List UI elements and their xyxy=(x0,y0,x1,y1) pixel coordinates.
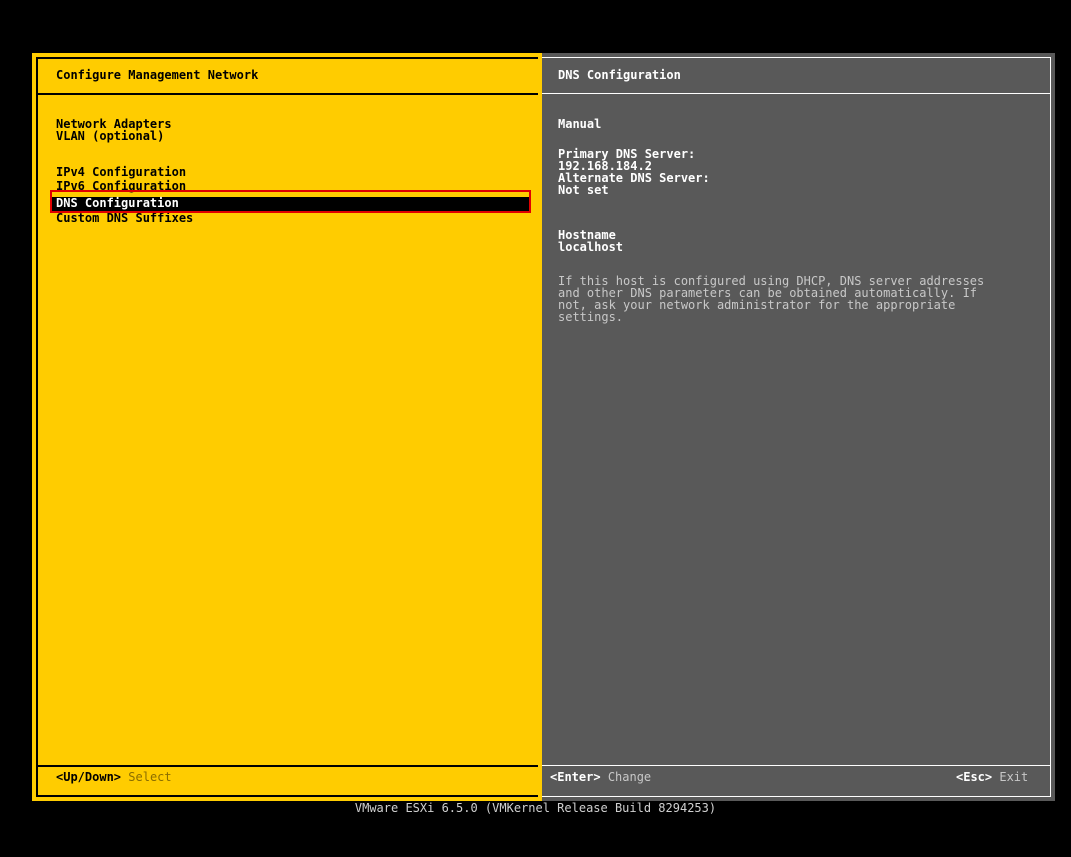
hostname-value: localhost xyxy=(558,240,624,254)
menu-item-custom-dns-suffixes[interactable]: Custom DNS Suffixes xyxy=(56,212,193,224)
detail-panel: DNS Configuration Manual Primary DNS Ser… xyxy=(542,53,1055,801)
key-enter: <Enter> xyxy=(550,770,601,784)
dns-mode: Manual xyxy=(558,117,602,131)
hint-change[interactable]: <Enter> Change xyxy=(550,771,651,783)
dcui-window: Configure Management Network Network Ada… xyxy=(32,53,1055,801)
footer-divider xyxy=(36,765,538,767)
help-text-line: settings. xyxy=(558,310,624,324)
menu-item-ipv4[interactable]: IPv4 Configuration xyxy=(56,166,186,178)
panel-border xyxy=(542,57,1051,58)
key-up-down: <Up/Down> xyxy=(56,770,122,784)
hint-exit[interactable]: <Esc> Exit xyxy=(956,771,1028,783)
panel-border xyxy=(36,57,538,59)
version-footer: VMware ESXi 6.5.0 (VMKernel Release Buil… xyxy=(354,801,717,815)
alternate-dns-value: Not set xyxy=(558,183,609,197)
title-divider xyxy=(36,93,538,95)
panel-border xyxy=(36,795,538,797)
panel-border xyxy=(1050,57,1051,797)
menu-panel: Configure Management Network Network Ada… xyxy=(32,53,542,801)
red-highlight-box xyxy=(50,190,531,213)
action-exit: Exit xyxy=(999,770,1029,784)
detail-title: DNS Configuration xyxy=(558,68,681,82)
action-select: Select xyxy=(128,770,172,784)
hint-select: <Up/Down> Select xyxy=(56,771,172,783)
panel-title: Configure Management Network xyxy=(56,68,259,82)
title-divider xyxy=(542,93,1051,94)
menu-item-vlan[interactable]: VLAN (optional) xyxy=(56,130,164,142)
action-change: Change xyxy=(607,770,652,784)
key-esc: <Esc> xyxy=(956,770,993,784)
panel-border xyxy=(542,796,1051,797)
footer-divider xyxy=(542,765,1051,766)
panel-border xyxy=(36,57,38,797)
